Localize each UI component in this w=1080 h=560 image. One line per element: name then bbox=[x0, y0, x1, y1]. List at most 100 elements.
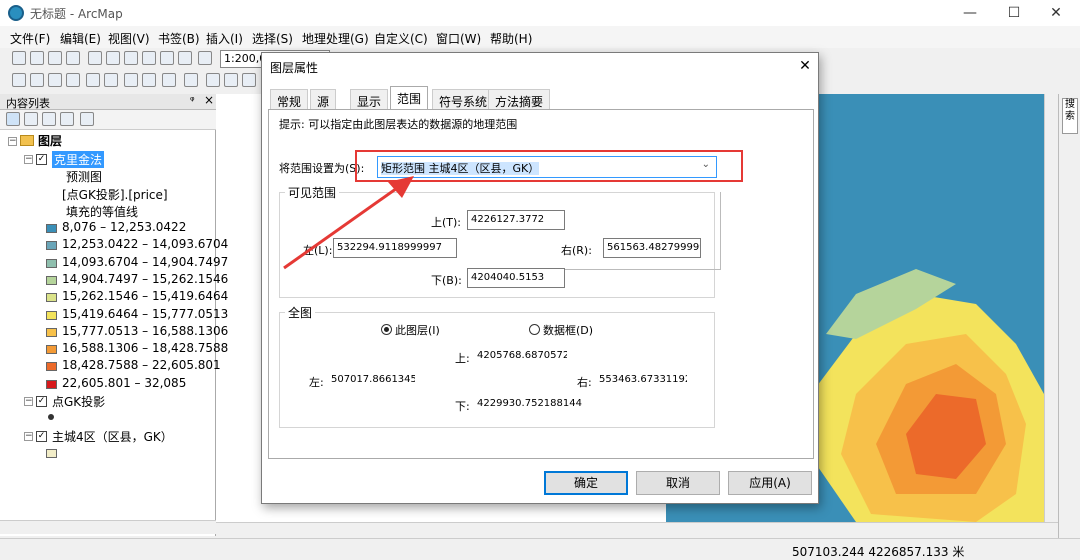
menu-help[interactable]: 帮助(H) bbox=[490, 30, 532, 47]
legend-swatch[interactable] bbox=[46, 293, 57, 303]
legend-swatch[interactable] bbox=[46, 258, 57, 268]
open-icon[interactable] bbox=[30, 51, 44, 65]
delete-icon[interactable] bbox=[142, 51, 156, 65]
toc-toolbar bbox=[0, 110, 216, 130]
layer-kriging-name[interactable]: 克里金法 bbox=[52, 151, 105, 168]
legend-swatch[interactable] bbox=[46, 224, 57, 233]
legend-swatch[interactable] bbox=[46, 310, 57, 320]
full-bottom-label: 下: bbox=[455, 400, 470, 413]
minimize-button[interactable]: — bbox=[950, 2, 990, 24]
legend-class-label: 18,428.7588 – 22,605.801 bbox=[62, 358, 221, 373]
add-data-icon[interactable] bbox=[198, 51, 212, 65]
forward-icon[interactable] bbox=[142, 73, 156, 87]
collapse-icon[interactable]: − bbox=[8, 137, 17, 146]
dialog-close-icon[interactable]: ✕ bbox=[794, 55, 816, 77]
menu-view[interactable]: 视图(V) bbox=[108, 30, 150, 47]
copy-icon[interactable] bbox=[106, 51, 120, 65]
full-right-value: 553463.673311921 bbox=[599, 374, 687, 385]
zoom-out-icon[interactable] bbox=[30, 73, 44, 87]
menu-selection[interactable]: 选择(S) bbox=[252, 30, 293, 47]
legend-class-label: 14,904.7497 – 15,262.1546 bbox=[62, 271, 229, 286]
undo-icon[interactable] bbox=[160, 51, 174, 65]
visible-right-label: 右(R): bbox=[561, 244, 592, 257]
tab-general[interactable]: 常规 bbox=[270, 89, 309, 109]
menu-edit[interactable]: 编辑(E) bbox=[60, 30, 101, 47]
visible-top-field[interactable]: 4226127.3772 bbox=[467, 210, 565, 230]
select-features-icon[interactable] bbox=[162, 73, 176, 87]
toc-close-icon[interactable]: × bbox=[204, 93, 214, 107]
tab-extent[interactable]: 范围 bbox=[390, 86, 429, 110]
polygon-symbol-swatch bbox=[46, 449, 57, 458]
layer-district-name[interactable]: 主城4区（区县，GK） bbox=[52, 428, 173, 445]
legend-swatch[interactable] bbox=[46, 275, 57, 285]
layer-points-name[interactable]: 点GK投影 bbox=[52, 393, 105, 410]
apply-button[interactable]: 应用(A) bbox=[728, 471, 812, 495]
legend-class-label: 15,262.1546 – 15,419.6464 bbox=[62, 289, 229, 304]
title-bar: 无标题 - ArcMap — ☐ ✕ bbox=[0, 0, 1080, 26]
list-by-selection-icon[interactable] bbox=[60, 112, 74, 126]
ok-button[interactable]: 确定 bbox=[544, 471, 628, 495]
map-horizontal-scrollbar[interactable] bbox=[216, 522, 1058, 538]
window-title: 无标题 - ArcMap bbox=[30, 7, 123, 21]
list-by-source-icon[interactable] bbox=[24, 112, 38, 126]
paste-icon[interactable] bbox=[124, 51, 138, 65]
tab-source[interactable]: 源 bbox=[310, 89, 337, 109]
radio-data-frame-label: 数据框(D) bbox=[543, 324, 594, 337]
print-icon[interactable] bbox=[66, 51, 80, 65]
redo-icon[interactable] bbox=[178, 51, 192, 65]
tab-symbology[interactable]: 符号系统 bbox=[432, 89, 495, 109]
search-tab[interactable]: 搜索 bbox=[1062, 98, 1078, 134]
map-vertical-scrollbar[interactable] bbox=[1044, 94, 1058, 522]
maximize-button[interactable]: ☐ bbox=[994, 2, 1034, 24]
radio-this-layer[interactable] bbox=[381, 324, 392, 335]
search-side-panel[interactable]: 搜索 bbox=[1058, 94, 1080, 538]
visible-right-field[interactable]: 561563.4827999996 bbox=[603, 238, 701, 258]
menu-bookmarks[interactable]: 书签(B) bbox=[158, 30, 200, 47]
full-extent-icon[interactable] bbox=[66, 73, 80, 87]
cut-icon[interactable] bbox=[88, 51, 102, 65]
legend-swatch[interactable] bbox=[46, 241, 57, 251]
toc-horizontal-scrollbar[interactable] bbox=[0, 520, 216, 534]
back-icon[interactable] bbox=[124, 73, 138, 87]
menu-file[interactable]: 文件(F) bbox=[10, 30, 50, 47]
dialog-title: 图层属性 bbox=[270, 61, 319, 75]
zoom-in-icon[interactable] bbox=[12, 73, 26, 87]
collapse-icon[interactable]: − bbox=[24, 432, 33, 441]
tab-method-summary[interactable]: 方法摘要 bbox=[488, 89, 551, 109]
options-icon[interactable] bbox=[80, 112, 94, 126]
menu-windows[interactable]: 窗口(W) bbox=[436, 30, 481, 47]
layers-icon bbox=[20, 135, 34, 146]
layer-visibility-checkbox[interactable]: ✓ bbox=[36, 154, 47, 165]
menu-insert[interactable]: 插入(I) bbox=[206, 30, 243, 47]
legend-swatch[interactable] bbox=[46, 327, 57, 337]
fixed-zoom-out-icon[interactable] bbox=[104, 73, 118, 87]
clear-selection-icon[interactable] bbox=[184, 73, 198, 87]
list-by-drawing-order-icon[interactable] bbox=[6, 112, 20, 126]
tab-display[interactable]: 显示 bbox=[350, 89, 389, 109]
collapse-icon[interactable]: − bbox=[24, 155, 33, 164]
find-icon[interactable] bbox=[242, 73, 256, 87]
list-by-visibility-icon[interactable] bbox=[42, 112, 56, 126]
identify-icon[interactable] bbox=[224, 73, 238, 87]
close-window-button[interactable]: ✕ bbox=[1036, 2, 1076, 24]
radio-data-frame[interactable] bbox=[529, 324, 540, 335]
full-top-value: 4205768.68705729 bbox=[477, 350, 567, 361]
menu-customize[interactable]: 自定义(C) bbox=[374, 30, 428, 47]
legend-swatch[interactable] bbox=[46, 362, 57, 372]
legend-swatch[interactable] bbox=[46, 345, 57, 355]
select-elements-icon[interactable] bbox=[206, 73, 220, 87]
save-icon[interactable] bbox=[48, 51, 62, 65]
layer-visibility-checkbox[interactable]: ✓ bbox=[36, 396, 47, 407]
pin-icon[interactable]: ᵠ bbox=[190, 94, 195, 107]
new-icon[interactable] bbox=[12, 51, 26, 65]
collapse-icon[interactable]: − bbox=[24, 397, 33, 406]
full-right-label: 右: bbox=[577, 376, 592, 389]
legend-class-label: 15,777.0513 – 16,588.1306 bbox=[62, 323, 229, 338]
cancel-button[interactable]: 取消 bbox=[636, 471, 720, 495]
layer-visibility-checkbox[interactable]: ✓ bbox=[36, 431, 47, 442]
legend-swatch[interactable] bbox=[46, 379, 57, 389]
pan-icon[interactable] bbox=[48, 73, 62, 87]
fixed-zoom-in-icon[interactable] bbox=[86, 73, 100, 87]
visible-bottom-field[interactable]: 4204040.5153 bbox=[467, 268, 565, 288]
menu-geoprocessing[interactable]: 地理处理(G) bbox=[302, 30, 369, 47]
